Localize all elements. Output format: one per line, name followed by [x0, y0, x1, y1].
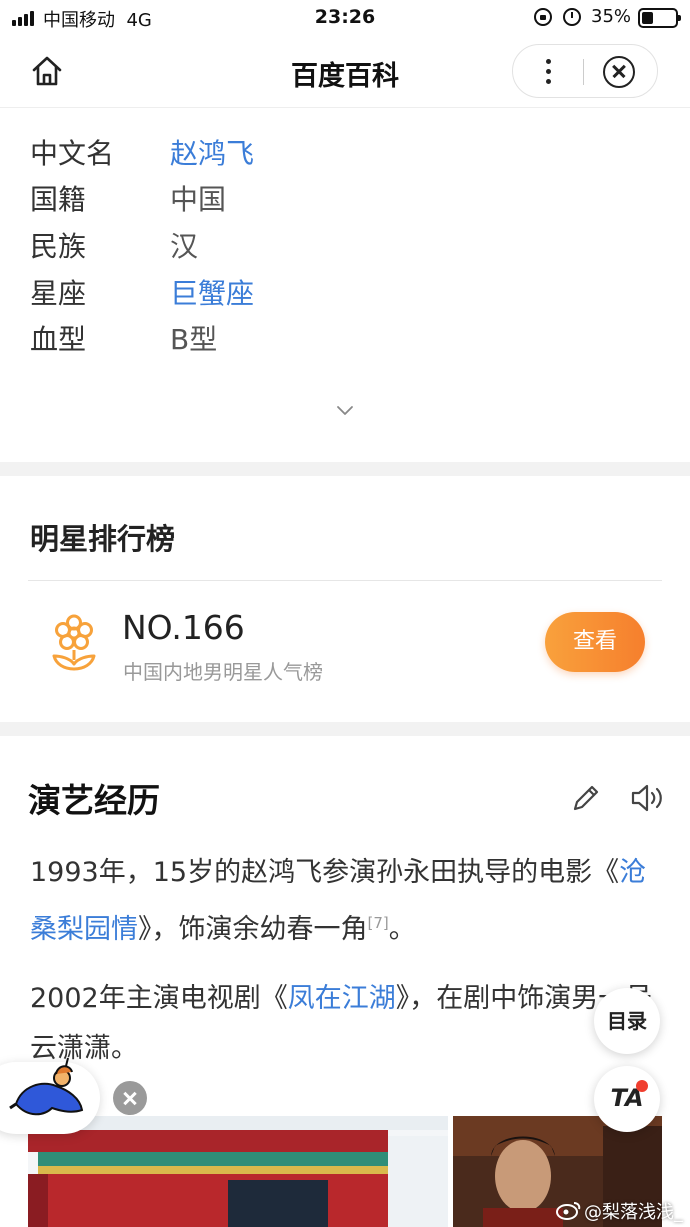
alarm-icon — [563, 8, 581, 26]
ta-label: TA — [610, 1084, 644, 1112]
info-key: 中文名 — [30, 137, 115, 170]
reference-link[interactable]: [7] — [368, 914, 389, 932]
view-ranking-button[interactable]: 查看 — [545, 612, 645, 672]
info-key: 星座 — [30, 277, 87, 310]
speaker-icon[interactable] — [630, 782, 666, 814]
stage-photo[interactable] — [28, 1116, 448, 1227]
text: 。 — [388, 914, 416, 945]
info-row-nationality: 国籍 中国 — [30, 178, 630, 218]
basic-info-card: 中文名 赵鸿飞 国籍 中国 民族 汉 星座 巨蟹座 血型 B型 — [0, 108, 690, 462]
ranking-title: 明星排行榜 — [30, 522, 176, 556]
weibo-icon — [556, 1202, 581, 1220]
battery-icon — [638, 8, 681, 28]
text: 2002年主演电视剧《 — [30, 983, 288, 1014]
ta-button[interactable]: TA — [594, 1066, 660, 1132]
table-of-contents-button[interactable]: 目录 — [594, 988, 660, 1054]
flower-icon — [52, 614, 96, 671]
info-key: 民族 — [30, 230, 87, 263]
star-ranking-card: 明星排行榜 NO.166 中国内地男明星人气榜 查看 — [0, 476, 690, 722]
pencil-icon[interactable] — [570, 782, 602, 814]
info-value: 汉 — [170, 230, 199, 263]
notification-dot — [636, 1080, 648, 1092]
info-row-blood-type: 血型 B型 — [30, 318, 630, 358]
more-vertical-icon[interactable] — [537, 57, 559, 87]
info-value-link[interactable]: 赵鸿飞 — [170, 132, 254, 172]
info-row-ethnicity: 民族 汉 — [30, 225, 630, 265]
divider — [28, 580, 662, 581]
battery-level — [642, 12, 653, 24]
info-value-link[interactable]: 巨蟹座 — [170, 272, 254, 312]
clock: 23:26 — [314, 6, 376, 28]
status-bar: 中国移动 4G 23:26 35% — [0, 0, 690, 36]
tv-series-link[interactable]: 凤在江湖 — [288, 983, 396, 1014]
info-value: B型 — [170, 323, 218, 356]
chevron-down-icon[interactable] — [336, 402, 354, 420]
ranking-subtitle: 中国内地男明星人气榜 — [123, 660, 323, 684]
close-circle-icon[interactable] — [603, 56, 635, 88]
watermark: @梨落浅浅_ — [584, 1202, 683, 1223]
section-title: 演艺经历 — [28, 781, 160, 820]
info-key: 血型 — [30, 323, 87, 356]
text: 》，饰演余幼春一角 — [138, 914, 368, 945]
paragraph-2: 2002年主演电视剧《凤在江湖》，在剧中饰演男一号云潇潇。 — [30, 974, 660, 1074]
paragraph-1: 1993年，15岁的赵鸿飞参演孙永田执导的电影《沧桑梨园情》，饰演余幼春一角[7… — [30, 848, 660, 955]
info-row-zodiac: 星座 巨蟹座 — [30, 272, 630, 312]
nav-bar: 百度百科 — [0, 36, 690, 108]
info-row-name: 中文名 赵鸿飞 — [30, 132, 630, 172]
info-key: 国籍 — [30, 183, 87, 216]
close-mascot-icon[interactable] — [113, 1081, 147, 1115]
mascot-widget[interactable] — [0, 1057, 100, 1134]
battery-percent: 35% — [591, 6, 632, 27]
text: 1993年，15岁的赵鸿飞参演孙永田执导的电影《 — [30, 857, 620, 888]
info-value: 中国 — [170, 183, 227, 216]
section-gap — [0, 722, 690, 736]
mini-program-capsule — [512, 44, 658, 98]
rotation-lock-icon — [534, 8, 552, 26]
ranking-number: NO.166 — [122, 608, 245, 647]
section-gap — [0, 462, 690, 476]
capsule-divider — [583, 59, 584, 85]
running-mascot-icon — [9, 1057, 84, 1116]
